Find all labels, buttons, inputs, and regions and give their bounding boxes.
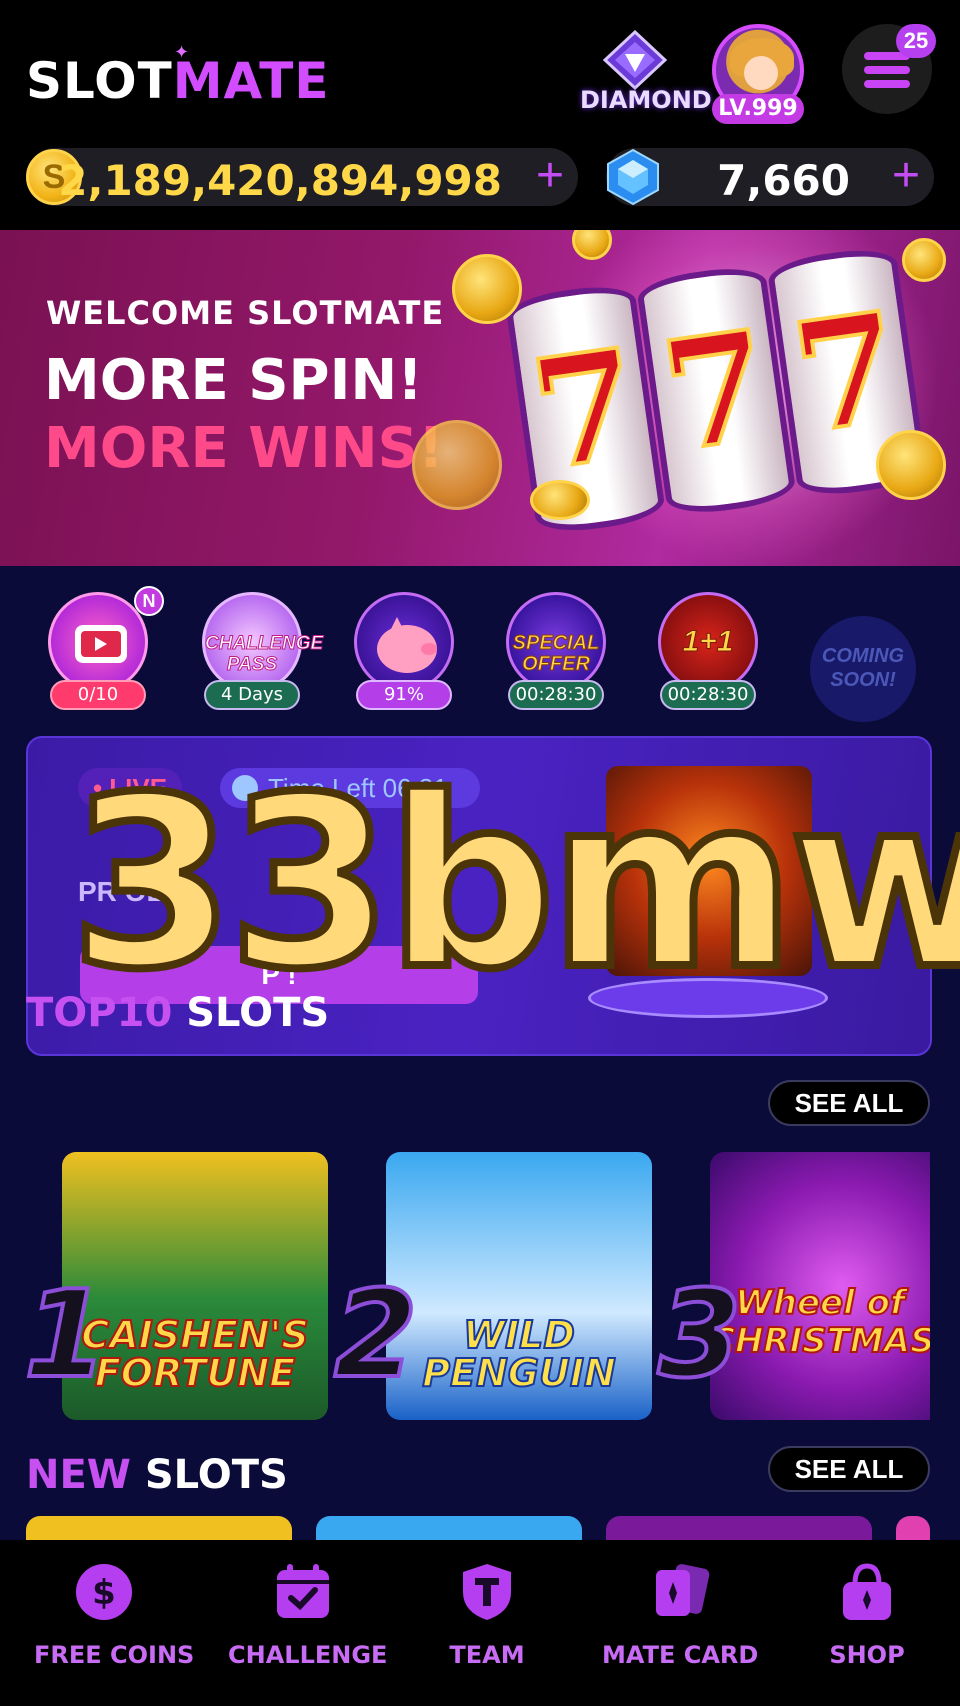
rank-number: 3 [656,1266,743,1405]
nav-label: TEAM [449,1641,525,1669]
ticket-icon: CHALLENGE PASS [202,592,324,692]
one-plus-one-timer: 00:28:30 [660,680,756,710]
one-plus-one-label: 1+1 [682,625,734,658]
top-header: SLOTMATE ✦ DIAMOND LV.999 25 S 2,189,420… [0,0,960,230]
piggy-bank-button[interactable]: 91% [344,586,464,716]
special-offer-timer: 00:28:30 [508,680,604,710]
top10-see-all-button[interactable]: SEE ALL [768,1080,930,1126]
diamond-tier-badge[interactable]: DIAMOND [580,30,712,120]
nav-free-coins[interactable]: $ FREE COINS [34,1562,195,1669]
banner-subheadline: MORE WINS! [44,416,444,481]
nav-team[interactable]: TEAM [432,1562,542,1669]
nav-challenge[interactable]: CHALLENGE [228,1562,388,1669]
thumbnail-pedestal [588,978,828,1018]
video-progress-label: 0/10 [50,680,146,710]
menu-bar [864,80,910,88]
nav-shop[interactable]: SHOP [812,1562,922,1669]
nav-label: FREE COINS [34,1641,195,1669]
dollar-coin-icon: $ [76,1564,132,1620]
gem-balance: 7,660 [717,156,850,205]
coin-decoration [902,238,946,282]
slot-game-card[interactable]: WILD PENGUIN [386,1152,652,1420]
time-left-pill: Time Left 06:31 [220,768,480,808]
challenge-pass-button[interactable]: CHALLENGE PASS 4 Days [192,586,324,716]
coin-balance-bar: S 2,189,420,894,998 + [26,148,578,206]
logo-text-mate: MATE [172,52,330,110]
cards-icon [656,1564,710,1616]
nav-label: MATE CARD [602,1641,759,1669]
reel-symbol: 7 [520,313,652,506]
special-offer-label: SPECIAL OFFER [512,632,600,675]
avatar-face [744,56,778,90]
promo-banner[interactable]: WELCOME SLOTMATE MORE SPIN! MORE WINS! 7… [0,230,960,566]
bottom-navigation: $ FREE COINS CHALLENGE TEAM MATE CARD SH… [0,1540,960,1706]
tier-label: DIAMOND [580,86,712,114]
piggy-bank-percent: 91% [356,680,452,710]
svg-text:$: $ [92,1573,116,1613]
notification-count-badge: 25 [896,24,936,58]
special-offer-icon: SPECIAL OFFER [506,592,606,692]
nav-label: SHOP [829,1641,905,1669]
shopping-bag-icon [843,1563,891,1620]
rank-number: 2 [332,1266,419,1405]
title-accent: TOP10 [26,990,173,1036]
clock-icon [232,775,258,801]
add-coins-button[interactable]: + [536,152,564,200]
special-offer-button[interactable]: SPECIAL OFFER 00:28:30 [496,586,616,716]
level-badge: LV.999 [712,94,804,124]
add-gems-button[interactable]: + [892,152,920,200]
slotmate-logo: SLOTMATE ✦ [26,42,330,110]
top10-section-title: TOP10 SLOTS [26,990,329,1036]
coin-decoration [876,430,946,500]
calendar-check-icon [277,1564,329,1618]
sparkle-icon: ✦ [174,42,191,63]
challenge-pass-timer: 4 Days [204,680,300,710]
logo-text-slot: SLOT [26,52,173,110]
diamond-icon [602,30,668,90]
nav-mate-card[interactable]: MATE CARD [602,1562,758,1669]
coin-decoration [530,480,590,520]
slot-game-title: WILD PENGUIN [421,1313,617,1395]
coin-decoration [452,254,522,324]
nav-label: CHALLENGE [228,1641,388,1669]
title-rest: SLOTS [144,1452,288,1498]
banner-headline: MORE SPIN! [44,348,423,413]
blue-gem-icon [607,148,659,206]
tv-icon [48,592,148,692]
one-plus-one-button[interactable]: 1+1 00:28:30 [648,586,768,716]
live-game-thumbnail[interactable] [606,766,812,976]
reel-symbol: 7 [781,277,913,470]
treasure-chest-icon: 1+1 [658,592,758,692]
menu-bar [864,66,910,74]
title-accent: NEW [26,1452,131,1498]
video-reward-button[interactable]: N 0/10 [38,586,164,716]
banner-kicker: WELCOME SLOTMATE [46,294,445,332]
new-slots-see-all-button[interactable]: SEE ALL [768,1446,930,1492]
coming-soon-placeholder: COMING SOON! [810,616,916,722]
prize-pool-label: PR OL [78,876,164,907]
time-left-label: Time Left 06:31 [268,773,448,803]
coin-decoration [412,420,502,510]
slot-game-card[interactable]: Wheel of CHRISTMAS [710,1152,930,1420]
reel-symbol: 7 [651,295,783,488]
feature-shortcuts: N 0/10 CHALLENGE PASS 4 Days 91% SPECIAL… [0,586,960,722]
shield-t-icon [463,1564,511,1620]
coin-balance: 2,189,420,894,998 [58,156,502,205]
slot-game-title: Wheel of CHRISTMAS [710,1283,930,1361]
lobby-content: N 0/10 CHALLENGE PASS 4 Days 91% SPECIAL… [0,566,960,1556]
rank-number: 1 [22,1266,109,1405]
challenge-pass-label: CHALLENGE PASS [205,633,324,676]
gem-balance-bar: 7,660 + [606,148,934,206]
live-badge: • LIVE [78,768,182,808]
new-slots-section-title: NEW SLOTS [26,1452,288,1498]
piggy-bank-icon [354,592,454,692]
title-rest: SLOTS [186,990,330,1036]
new-badge: N [134,586,164,616]
